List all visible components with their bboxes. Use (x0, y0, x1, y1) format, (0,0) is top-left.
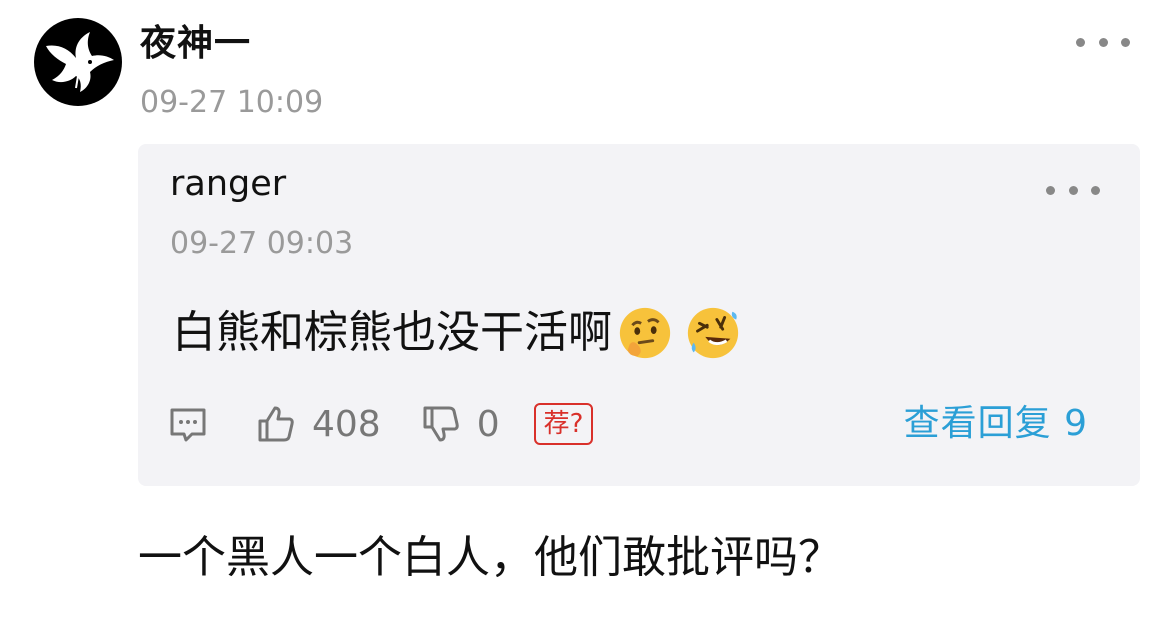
quoted-text: 白熊和棕熊也没干活啊 (172, 307, 612, 358)
avatar[interactable] (34, 18, 122, 106)
white-dove-icon (46, 32, 114, 92)
quoted-comment-card[interactable]: ranger 09-27 09:03 白熊和棕熊也没干活啊 408 0 荐? 查… (138, 144, 1140, 486)
more-options-icon[interactable] (1076, 32, 1130, 52)
quoted-username[interactable]: ranger (170, 162, 286, 206)
dislike-count: 0 (476, 403, 500, 445)
quoted-timestamp: 09-27 09:03 (170, 226, 354, 261)
thinking-face-emoji (619, 307, 671, 359)
recommend-badge[interactable]: 荐? (533, 403, 594, 445)
thumbs-down-icon[interactable] (421, 404, 461, 444)
thumbs-up-icon[interactable] (256, 404, 296, 444)
comment-text: 一个黑人一个白人，他们敢批评吗？ (138, 532, 842, 583)
comment-page: 夜神一 09-27 10:09 ranger 09-27 09:03 白熊和棕熊… (0, 0, 1170, 619)
quoted-action-bar: 408 0 荐? (168, 398, 594, 450)
comment-timestamp: 09-27 10:09 (140, 85, 324, 120)
comment-icon[interactable] (168, 404, 208, 444)
view-replies-link[interactable]: 查看回复 9 (904, 400, 1088, 448)
like-count: 408 (312, 403, 381, 445)
rolling-on-the-floor-laughing-emoji (687, 307, 739, 359)
quoted-more-options-icon[interactable] (1046, 180, 1100, 200)
comment-username[interactable]: 夜神一 (140, 22, 251, 66)
quoted-text-line: 白熊和棕熊也没干活啊 (172, 304, 742, 362)
